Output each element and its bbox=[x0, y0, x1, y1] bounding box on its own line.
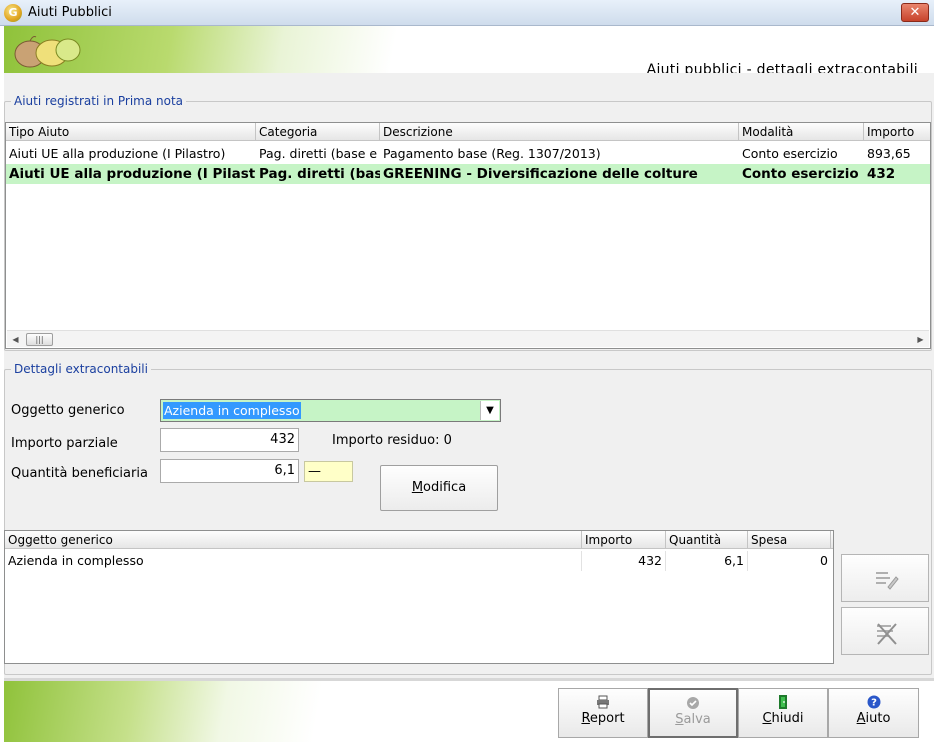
col-modalita[interactable]: Modalità bbox=[739, 123, 864, 141]
col-importo[interactable]: Importo bbox=[582, 531, 666, 549]
help-icon: ? bbox=[867, 695, 880, 709]
printer-icon bbox=[597, 695, 609, 709]
cell-importo: 893,65 bbox=[867, 146, 911, 161]
grid-header: Oggetto generico Importo Quantità Spesa bbox=[5, 531, 833, 549]
door-exit-icon bbox=[779, 695, 787, 709]
col-categoria[interactable]: Categoria bbox=[256, 123, 380, 141]
unit-field[interactable]: — bbox=[304, 461, 353, 482]
col-importo[interactable]: Importo bbox=[864, 123, 932, 141]
modifica-label: odifica bbox=[423, 480, 467, 495]
table-row[interactable]: Aiuti UE alla produzione (I Pilastro) Pa… bbox=[6, 144, 930, 164]
cell-descrizione: GREENING - Diversificazione delle coltur… bbox=[383, 166, 698, 182]
close-button[interactable]: ✕ bbox=[901, 3, 929, 22]
title-bar: G Aiuti Pubblici ✕ bbox=[0, 0, 934, 26]
cell-modalita: Conto esercizio bbox=[742, 166, 859, 182]
header-banner: Aiuti pubblici - dettagli extracontabili bbox=[4, 26, 934, 73]
cell-descrizione: Pagamento base (Reg. 1307/2013) bbox=[383, 146, 601, 161]
salva-label: alva bbox=[683, 712, 711, 727]
oggetto-select[interactable]: Azienda in complesso ▼ bbox=[160, 399, 501, 422]
details-legend: Dettagli extracontabili bbox=[11, 362, 151, 376]
modifica-key: M bbox=[411, 480, 424, 495]
table-row-selected[interactable]: Aiuti UE alla produzione (I Pilastro) Pa… bbox=[6, 164, 930, 184]
delete-icon bbox=[877, 623, 897, 645]
col-spesa[interactable]: Spesa bbox=[748, 531, 831, 549]
scroll-left-icon[interactable]: ◀ bbox=[7, 331, 24, 348]
app-icon: G bbox=[4, 4, 22, 22]
col-oggetto[interactable]: Oggetto generico bbox=[5, 531, 582, 549]
cell-oggetto: Azienda in complesso bbox=[5, 551, 582, 571]
report-button[interactable]: Report bbox=[558, 688, 648, 738]
cell-quantita: 6,1 bbox=[666, 551, 748, 571]
aiuto-key: A bbox=[856, 711, 866, 726]
importo-residuo-text: Importo residuo: 0 bbox=[332, 433, 452, 448]
chiudi-button[interactable]: Chiudi bbox=[738, 688, 828, 738]
cell-spesa: 0 bbox=[820, 553, 828, 568]
edit-list-icon bbox=[876, 572, 899, 590]
col-tipo-aiuto[interactable]: Tipo Aiuto bbox=[6, 123, 256, 141]
registered-aids-grid[interactable]: Tipo Aiuto Categoria Descrizione Modalit… bbox=[5, 122, 931, 349]
svg-text:?: ? bbox=[871, 698, 877, 709]
scroll-thumb[interactable]: ||| bbox=[26, 333, 53, 346]
quantita-label: Quantità beneficiaria bbox=[11, 466, 148, 481]
aiuto-button[interactable]: ? Aiuto bbox=[828, 688, 919, 738]
grid-header: Tipo Aiuto Categoria Descrizione Modalit… bbox=[6, 123, 930, 141]
salva-key: S bbox=[675, 712, 684, 727]
col-quantita[interactable]: Quantità bbox=[666, 531, 748, 549]
importo-parziale-input[interactable]: 432 bbox=[160, 428, 299, 452]
chiudi-label: hiudi bbox=[771, 711, 804, 726]
cell-tipo: Aiuti UE alla produzione (I Pilastro) bbox=[9, 146, 226, 161]
report-label: eport bbox=[589, 711, 625, 726]
cell-categoria: Pag. diretti (base bbox=[259, 166, 380, 182]
delete-row-button[interactable] bbox=[841, 607, 929, 655]
cell-importo: 432 bbox=[582, 551, 666, 571]
details-grid[interactable]: Oggetto generico Importo Quantità Spesa … bbox=[4, 530, 834, 664]
report-key: R bbox=[581, 711, 590, 726]
banner-title: Aiuti pubblici - dettagli extracontabili bbox=[646, 62, 918, 73]
salva-button[interactable]: Salva bbox=[648, 688, 738, 738]
edit-row-button[interactable] bbox=[841, 554, 929, 602]
table-row[interactable]: Azienda in complesso 432 6,1 0 bbox=[5, 551, 833, 571]
aiuto-label: iuto bbox=[865, 711, 891, 726]
cell-categoria: Pag. diretti (base e bbox=[259, 146, 378, 161]
modifica-button[interactable]: Modifica bbox=[380, 465, 498, 511]
registered-aids-legend: Aiuti registrati in Prima nota bbox=[11, 94, 187, 108]
chiudi-key: C bbox=[762, 711, 772, 726]
check-icon bbox=[687, 697, 699, 709]
cell-tipo: Aiuti UE alla produzione (I Pilastro) bbox=[9, 166, 256, 182]
window-title: Aiuti Pubblici bbox=[28, 5, 112, 20]
cell-modalita: Conto esercizio bbox=[742, 146, 838, 161]
scroll-right-icon[interactable]: ▶ bbox=[912, 331, 929, 348]
chevron-down-icon[interactable]: ▼ bbox=[480, 401, 499, 420]
footer-divider bbox=[4, 678, 934, 681]
potato-logo-icon bbox=[14, 36, 81, 68]
oggetto-selected-value: Azienda in complesso bbox=[163, 402, 301, 419]
importo-parziale-label: Importo parziale bbox=[11, 436, 118, 451]
col-descrizione[interactable]: Descrizione bbox=[380, 123, 739, 141]
oggetto-label: Oggetto generico bbox=[11, 403, 125, 418]
horizontal-scrollbar[interactable]: ◀ ||| ▶ bbox=[7, 330, 929, 347]
quantita-input[interactable]: 6,1 bbox=[160, 459, 299, 483]
cell-importo: 432 bbox=[867, 166, 896, 182]
